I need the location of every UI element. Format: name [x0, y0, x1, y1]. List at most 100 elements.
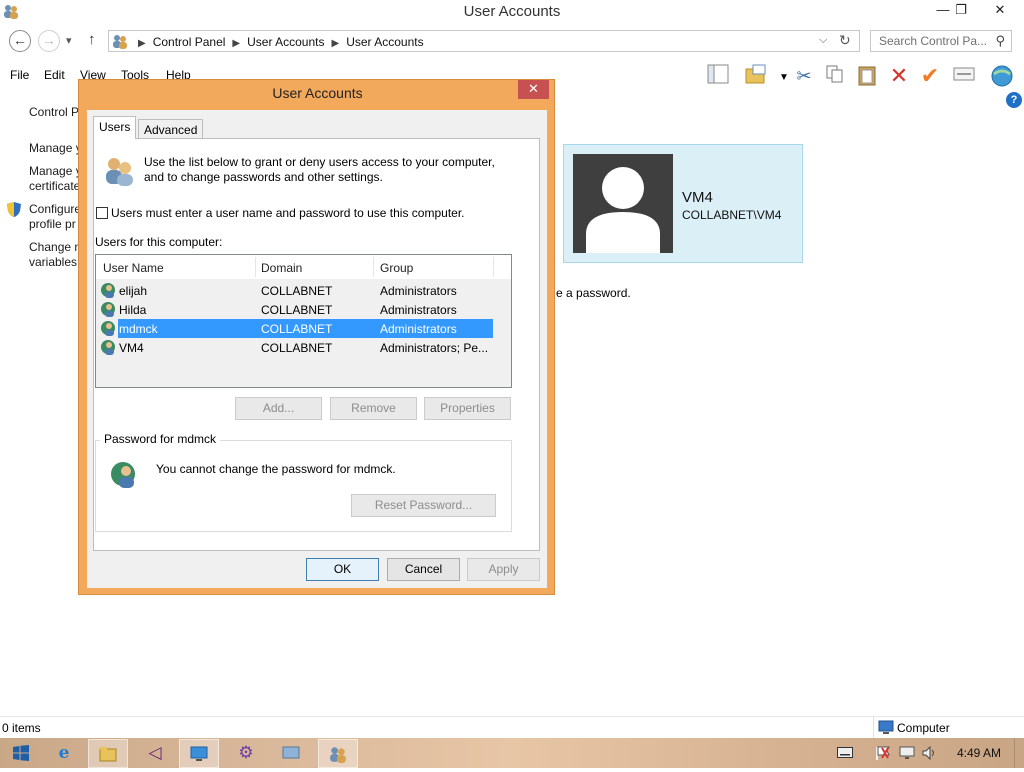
- recent-locations-dropdown[interactable]: ▾: [66, 34, 72, 47]
- user-domain-cell: COLLABNET: [261, 303, 333, 317]
- network-tray-icon[interactable]: [899, 746, 915, 763]
- user-card-account: COLLABNET\VM4: [682, 208, 782, 222]
- breadcrumb-user-accounts-current[interactable]: User Accounts: [346, 35, 423, 49]
- dialog-close-button[interactable]: ✕: [518, 80, 549, 99]
- column-header-domain[interactable]: Domain: [261, 261, 302, 275]
- user-row-hilda[interactable]: Hilda COLLABNET Administrators: [100, 300, 493, 319]
- password-message: You cannot change the password for mdmck…: [156, 462, 396, 476]
- start-button[interactable]: [1, 739, 41, 768]
- status-item-count: 0 items: [2, 721, 41, 735]
- user-row-mdmck[interactable]: mdmck COLLABNET Administrators: [100, 319, 493, 338]
- internet-explorer-icon[interactable]: e: [44, 739, 84, 768]
- layout-icon[interactable]: [706, 64, 730, 88]
- remote-desktop-icon[interactable]: [179, 739, 219, 768]
- user-card-name: VM4: [682, 189, 713, 206]
- user-row-elijah[interactable]: elijah COLLABNET Administrators: [100, 281, 493, 300]
- breadcrumb: ▶ Control Panel ▶ User Accounts ▶ User Accoun…: [131, 35, 424, 49]
- user-domain-cell: COLLABNET: [261, 322, 333, 336]
- user-group-cell: Administrators: [380, 303, 457, 317]
- reset-password-button[interactable]: Reset Password...: [351, 494, 496, 517]
- checkmark-icon[interactable]: ✔: [918, 64, 942, 88]
- left-link-configure-line2: profile pr: [29, 217, 76, 231]
- navigation-bar: ← → ▾ ↑ ▶ Control Panel ▶ User Accounts ▶ Use…: [0, 26, 1024, 56]
- breadcrumb-control-panel[interactable]: Control Panel: [153, 35, 226, 49]
- settings-gear-icon[interactable]: ⚙: [226, 739, 266, 768]
- breadcrumb-user-accounts[interactable]: User Accounts: [247, 35, 324, 49]
- users-list-label: Users for this computer:: [95, 235, 223, 249]
- user-group-cell: Administrators: [380, 322, 457, 336]
- properties-icon[interactable]: [952, 64, 976, 88]
- domain-user-large-icon: [111, 462, 135, 488]
- remove-user-button[interactable]: Remove: [330, 397, 417, 420]
- user-card[interactable]: VM4 COLLABNET\VM4: [563, 144, 803, 263]
- uac-shield-icon: [7, 202, 21, 217]
- volume-icon[interactable]: [922, 745, 938, 763]
- taskbar-clock[interactable]: 4:49 AM: [957, 746, 1001, 760]
- users-icon: [106, 158, 133, 186]
- user-group-cell: Administrators; Pe...: [380, 341, 489, 355]
- user-name-cell: Hilda: [119, 303, 147, 317]
- status-divider: [873, 717, 874, 738]
- taskbar: e ◁ ⚙ 4:49 AM: [0, 738, 1024, 768]
- restore-button[interactable]: ❐: [946, 0, 976, 22]
- file-explorer-icon[interactable]: [88, 739, 128, 768]
- address-bar[interactable]: ▶ Control Panel ▶ User Accounts ▶ User Accoun…: [108, 30, 860, 52]
- users-list[interactable]: User Name Domain Group elijah COLLABNET …: [95, 254, 512, 388]
- copy-icon[interactable]: [823, 64, 847, 88]
- paste-icon[interactable]: [855, 64, 879, 88]
- left-link-configure[interactable]: Configure profile pr: [29, 202, 81, 232]
- delete-icon[interactable]: ✕: [887, 64, 911, 88]
- back-arrow-icon: ←: [13, 32, 27, 48]
- intro-line-2: and to change passwords and other settin…: [144, 170, 383, 184]
- left-link-manage-1[interactable]: Manage y: [29, 141, 82, 156]
- menu-file[interactable]: File: [10, 68, 29, 82]
- back-button[interactable]: ←: [9, 30, 31, 52]
- require-password-checkbox[interactable]: [96, 207, 108, 219]
- cut-icon[interactable]: ✂: [792, 64, 816, 88]
- window-titlebar: User Accounts — ❐ ✕: [0, 0, 1024, 24]
- left-link-change[interactable]: Change n variables: [29, 240, 81, 270]
- apply-button[interactable]: Apply: [467, 558, 540, 581]
- visual-studio-icon[interactable]: ◁: [135, 739, 175, 768]
- search-icon[interactable]: ⚲: [995, 33, 1005, 49]
- cancel-button[interactable]: Cancel: [387, 558, 460, 581]
- up-button[interactable]: ↑: [88, 31, 96, 48]
- domain-user-icon: [101, 283, 115, 298]
- close-window-button[interactable]: ✕: [985, 0, 1015, 22]
- refresh-icon[interactable]: ↻: [839, 32, 851, 49]
- tab-advanced[interactable]: Advanced: [138, 119, 204, 139]
- add-user-button[interactable]: Add...: [235, 397, 322, 420]
- folder-options-icon[interactable]: [744, 64, 768, 88]
- keyboard-icon[interactable]: [837, 747, 853, 761]
- user-domain-cell: COLLABNET: [261, 284, 333, 298]
- left-link-manage-2[interactable]: Manage y certificate: [29, 164, 82, 194]
- help-icon[interactable]: ?: [1006, 92, 1022, 108]
- globe-icon[interactable]: [990, 64, 1014, 88]
- user-name-cell: VM4: [119, 341, 144, 355]
- user-group-cell: Administrators: [380, 284, 457, 298]
- column-header-group[interactable]: Group: [380, 261, 413, 275]
- status-location: Computer: [897, 721, 950, 735]
- ok-button[interactable]: OK: [306, 558, 379, 581]
- forward-button[interactable]: →: [38, 30, 60, 52]
- network-icon[interactable]: [271, 739, 311, 768]
- address-dropdown-icon[interactable]: ⌵: [819, 34, 827, 47]
- show-desktop-button[interactable]: [1014, 738, 1024, 768]
- user-accounts-taskbar-icon[interactable]: [318, 739, 358, 768]
- domain-user-icon: [101, 340, 115, 355]
- action-center-flag-icon[interactable]: [875, 746, 891, 763]
- dialog-body: Users Advanced Use the list below to gra…: [87, 110, 547, 588]
- search-input[interactable]: Search Control Pa... ⚲: [870, 30, 1012, 52]
- control-panel-icon: [113, 35, 127, 49]
- left-pane-title: Control P: [29, 105, 80, 119]
- user-name-cell: elijah: [119, 284, 148, 298]
- user-row-vm4[interactable]: VM4 COLLABNET Administrators; Pe...: [100, 338, 493, 357]
- user-name-cell: mdmck: [119, 322, 158, 336]
- password-group-title: Password for mdmck: [100, 432, 221, 446]
- require-password-label[interactable]: Users must enter a user name and passwor…: [111, 206, 465, 220]
- tab-users[interactable]: Users: [93, 116, 137, 139]
- menu-edit[interactable]: Edit: [44, 68, 65, 82]
- column-header-username[interactable]: User Name: [103, 261, 164, 275]
- properties-button[interactable]: Properties: [424, 397, 511, 420]
- search-placeholder: Search Control Pa...: [879, 34, 988, 48]
